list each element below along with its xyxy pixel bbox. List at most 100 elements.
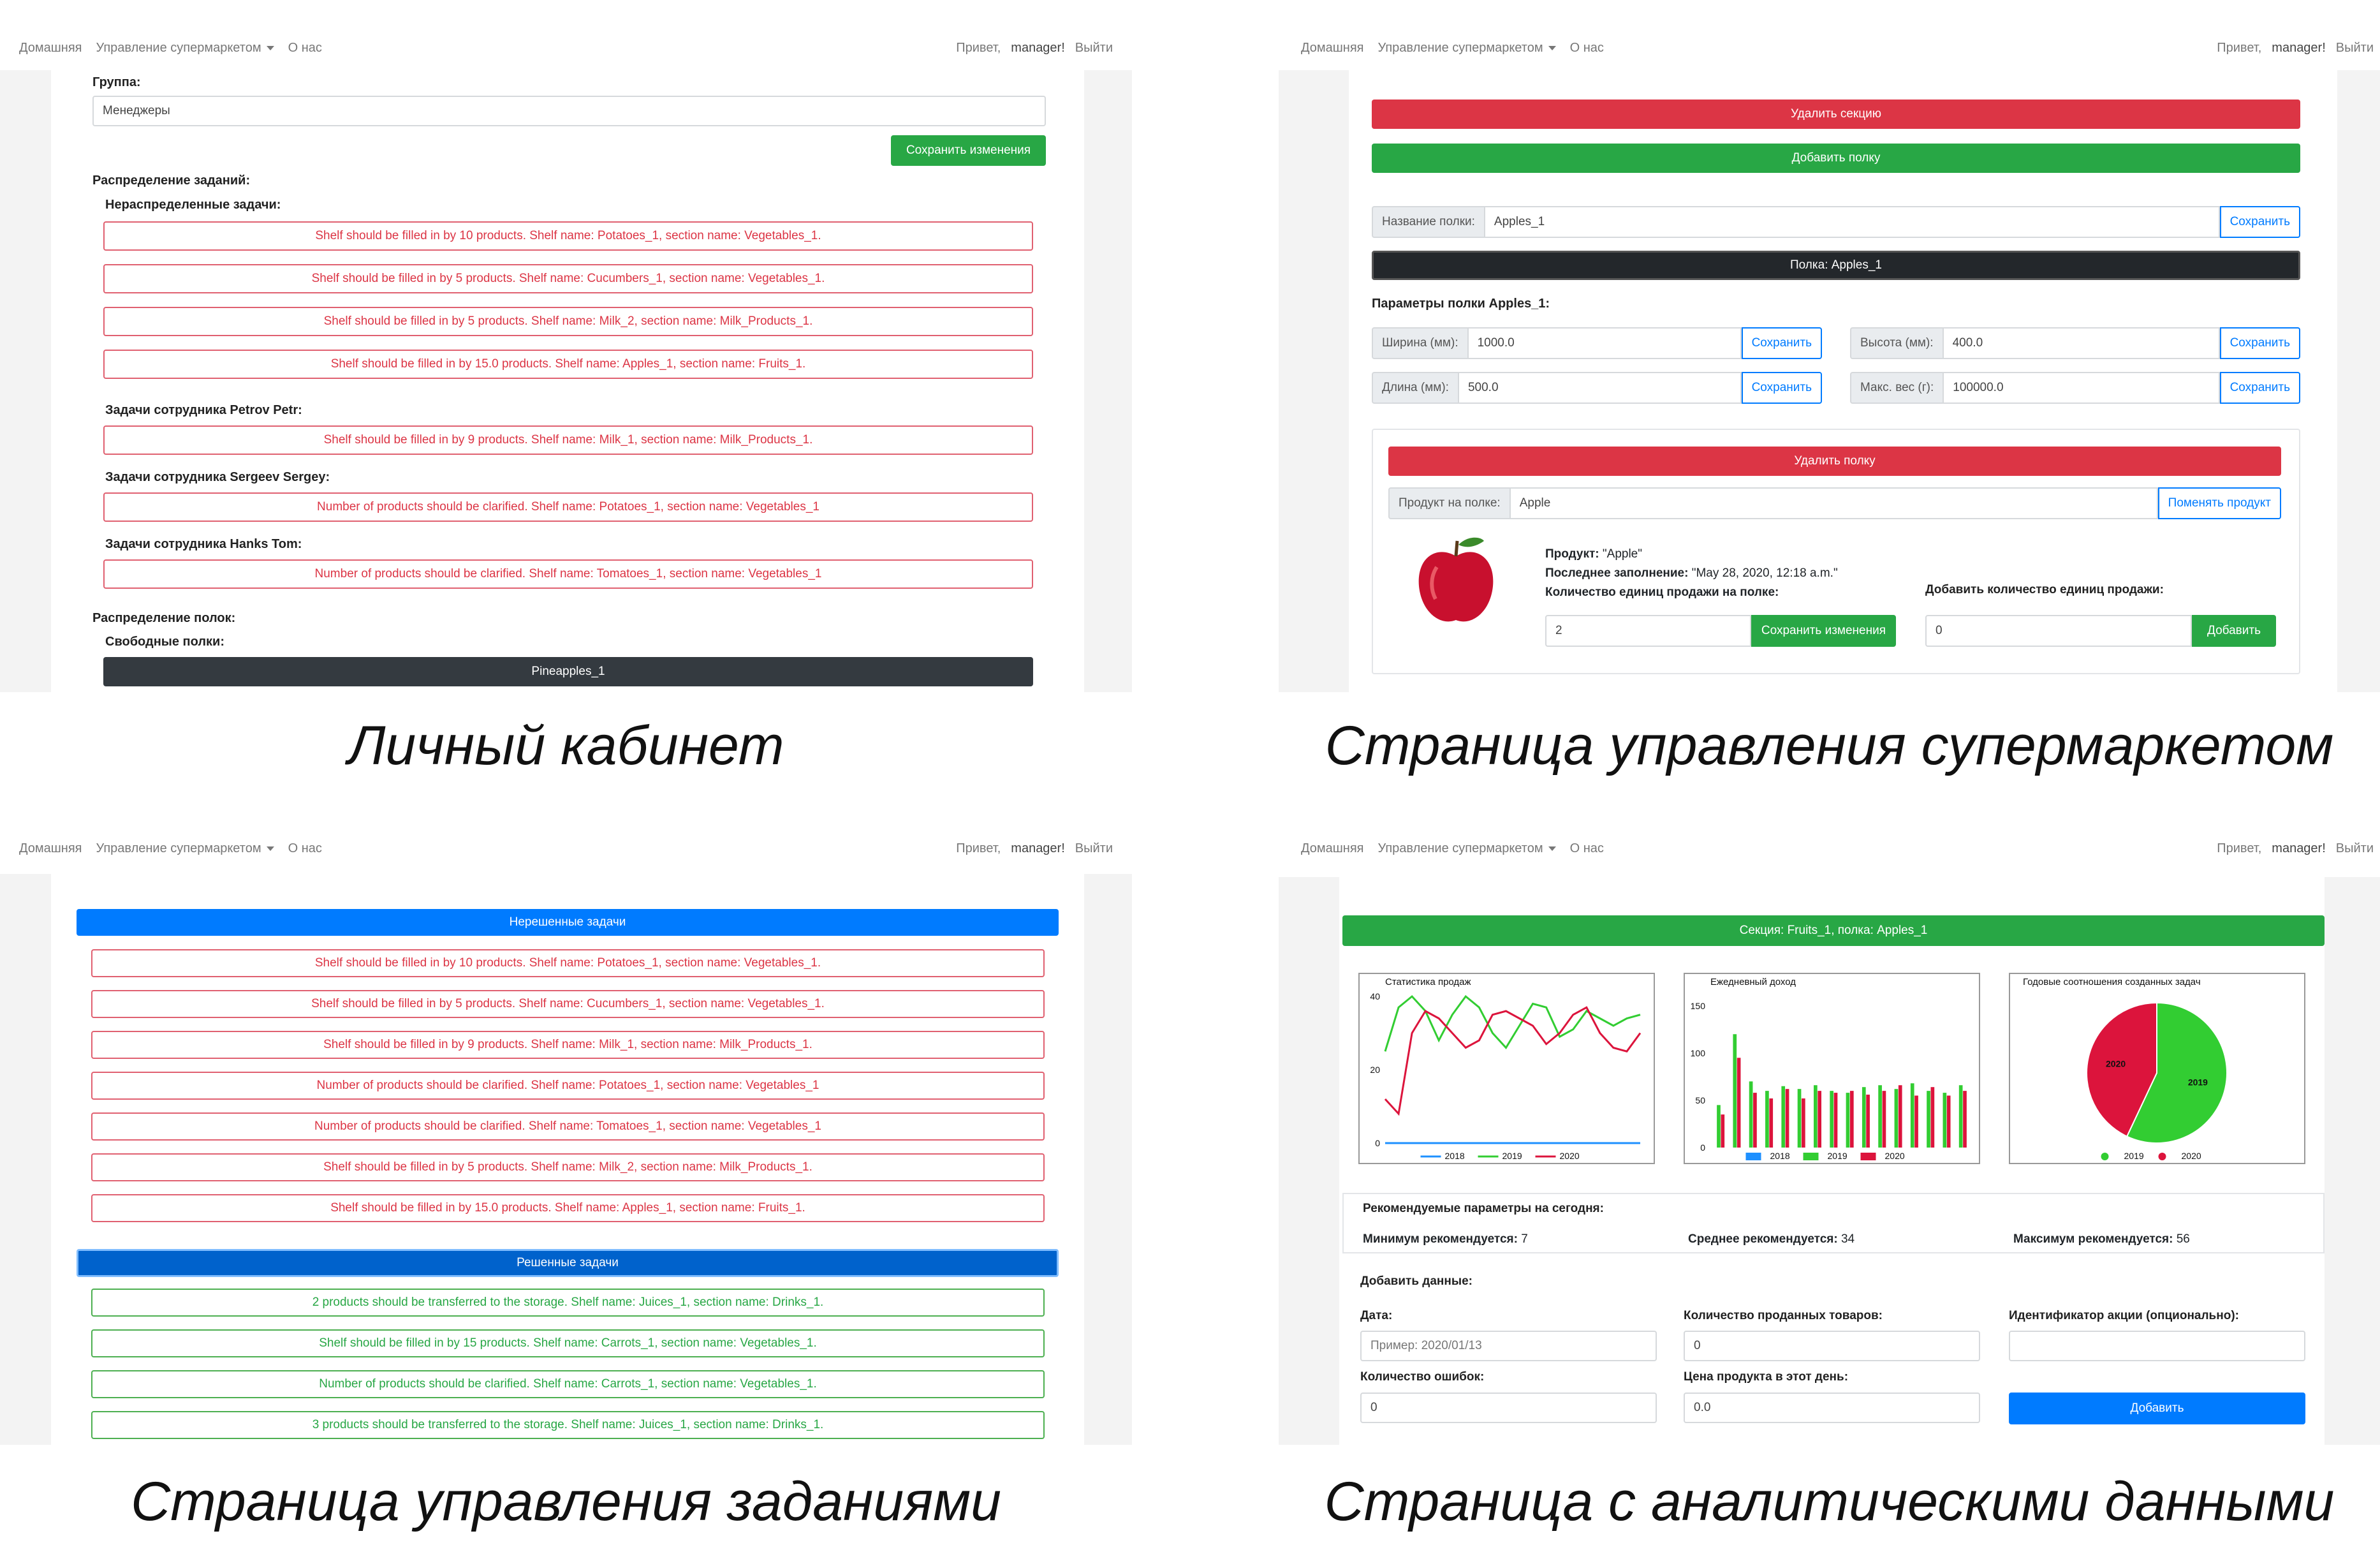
sold-input[interactable]: 0 — [1684, 1331, 1980, 1361]
nav-home[interactable]: Домашняя — [1301, 841, 1364, 856]
width-input[interactable]: 1000.0 — [1468, 327, 1742, 359]
height-input[interactable]: 400.0 — [1943, 327, 2220, 359]
product-input[interactable]: Apple — [1510, 487, 2158, 519]
solved-header-button[interactable]: Решенные задачи — [77, 1249, 1059, 1277]
nav-hello: Привет, — [2217, 841, 2262, 855]
bar-2019 — [1733, 1034, 1737, 1148]
unassigned-label: Нераспределенные задачи: — [105, 198, 281, 212]
nav-manage[interactable]: Управление супермаркетом — [96, 841, 274, 856]
unsolved-header-button[interactable]: Нерешенные задачи — [77, 909, 1059, 936]
delete-section-button[interactable]: Удалить секцию — [1372, 100, 2300, 129]
sales-chart: Статистика продаж 0 20 40 2018 2019 2020 — [1358, 973, 1655, 1164]
task-item[interactable]: Number of products should be clarified. … — [103, 559, 1033, 589]
task-item[interactable]: Shelf should be filled in by 15.0 produc… — [91, 1194, 1045, 1222]
length-input[interactable]: 500.0 — [1458, 372, 1742, 404]
task-item[interactable]: Shelf should be filled in by 9 products.… — [103, 425, 1033, 455]
nav-home[interactable]: Домашняя — [1301, 41, 1364, 55]
bar-2020 — [1930, 1087, 1935, 1148]
task-item[interactable]: Shelf should be filled in by 5 products.… — [91, 990, 1045, 1018]
bar-2019 — [1878, 1085, 1882, 1148]
save-length-button[interactable]: Сохранить — [1741, 372, 1822, 404]
task-item[interactable]: Shelf should be filled in by 15 products… — [91, 1329, 1045, 1357]
errors-input[interactable]: 0 — [1360, 1393, 1657, 1423]
qty-input[interactable]: 2 — [1545, 615, 1751, 647]
group-label: Группа: — [92, 75, 141, 89]
right-gutter — [2337, 70, 2380, 692]
task-item[interactable]: Number of products should be clarified. … — [91, 1370, 1045, 1398]
save-changes-button[interactable]: Сохранить изменения — [891, 135, 1046, 166]
add-shelf-button[interactable]: Добавить полку — [1372, 144, 2300, 173]
nav-about[interactable]: О нас — [1570, 841, 1604, 856]
right-gutter — [1084, 70, 1132, 692]
save-qty-button[interactable]: Сохранить изменения — [1751, 615, 1896, 647]
task-item[interactable]: Shelf should be filled in by 10 products… — [91, 949, 1045, 977]
save-shelf-name-button[interactable]: Сохранить — [2219, 206, 2300, 238]
employee3-label: Задачи сотрудника Hanks Tom: — [105, 537, 302, 551]
group-input[interactable]: Менеджеры — [92, 96, 1046, 126]
shelf-header-button[interactable]: Полка: Apples_1 — [1372, 251, 2300, 280]
supermarket-panel: Домашняя Управление супермаркетом О нас … — [1279, 26, 2380, 692]
add-qty-input[interactable]: 0 — [1925, 615, 2193, 647]
navbar: Домашняя Управление супермаркетом О нас … — [1279, 823, 2380, 874]
bar-2019 — [1943, 1093, 1947, 1148]
shelf-name-input[interactable]: Apples_1 — [1485, 206, 2220, 238]
section-header-button[interactable]: Секция: Fruits_1, полка: Apples_1 — [1342, 915, 2325, 946]
product-label: Продукт на полке: — [1388, 487, 1511, 519]
task-item[interactable]: 2 products should be transferred to the … — [91, 1289, 1045, 1317]
add-qty-button[interactable]: Добавить — [2192, 615, 2276, 647]
nav-about[interactable]: О нас — [288, 41, 322, 55]
date-input[interactable]: Пример: 2020/01/13 — [1360, 1331, 1657, 1361]
nav-user-area: Привет, manager! Выйти — [956, 41, 1113, 55]
legend-label: 2019 — [1502, 1151, 1522, 1161]
price-input[interactable]: 0.0 — [1684, 1393, 1980, 1423]
nav-manage[interactable]: Управление супермаркетом — [96, 41, 274, 55]
legend-label: 2018 — [1770, 1151, 1790, 1161]
height-label: Высота (мм): — [1850, 327, 1944, 359]
task-item[interactable]: Number of products should be clarified. … — [91, 1072, 1045, 1100]
nav-about[interactable]: О нас — [288, 841, 322, 856]
legend-swatch — [1745, 1153, 1761, 1160]
task-item[interactable]: Shelf should be filled in by 5 products.… — [91, 1153, 1045, 1181]
min-recommended: Минимум рекомендуется: 7 — [1363, 1232, 1528, 1246]
nav-logout[interactable]: Выйти — [2336, 841, 2374, 856]
task-item[interactable]: Shelf should be filled in by 15.0 produc… — [103, 350, 1033, 379]
nav-home[interactable]: Домашняя — [19, 41, 82, 55]
task-item[interactable]: Shelf should be filled in by 9 products.… — [91, 1031, 1045, 1059]
nav-manage-label: Управление супермаркетом — [96, 40, 261, 55]
bar-2020 — [1769, 1098, 1774, 1148]
nav-manage[interactable]: Управление супермаркетом — [1378, 841, 1556, 856]
change-product-button[interactable]: Поменять продукт — [2157, 487, 2281, 519]
task-item[interactable]: Shelf should be filled in by 10 products… — [103, 221, 1033, 251]
bar-2019 — [1927, 1091, 1930, 1148]
task-item[interactable]: Shelf should be filled in by 5 products.… — [103, 264, 1033, 293]
task-item[interactable]: Shelf should be filled in by 5 products.… — [103, 307, 1033, 336]
task-item[interactable]: 3 products should be transferred to the … — [91, 1411, 1045, 1439]
right-gutter — [2325, 877, 2380, 1445]
nav-home[interactable]: Домашняя — [19, 841, 82, 856]
task-item[interactable]: Number of products should be clarified. … — [91, 1112, 1045, 1141]
nav-logout[interactable]: Выйти — [1075, 841, 1113, 856]
maxweight-input[interactable]: 100000.0 — [1944, 372, 2220, 404]
save-maxweight-button[interactable]: Сохранить — [2219, 372, 2300, 404]
pie-slice-label: 2020 — [2106, 1059, 2126, 1069]
promo-input[interactable] — [2009, 1331, 2305, 1361]
task-item[interactable]: Number of products should be clarified. … — [103, 492, 1033, 522]
save-height-button[interactable]: Сохранить — [2219, 327, 2300, 359]
nav-manage[interactable]: Управление супермаркетом — [1378, 41, 1556, 55]
caption-supermarket: Страница управления супермаркетом — [1325, 715, 2334, 776]
right-gutter — [1084, 874, 1132, 1445]
nav-logout[interactable]: Выйти — [2336, 41, 2374, 55]
navbar: Домашняя Управление супермаркетом О нас … — [0, 823, 1132, 874]
nav-logout[interactable]: Выйти — [1075, 41, 1113, 55]
nav-about[interactable]: О нас — [1570, 41, 1604, 55]
save-width-button[interactable]: Сохранить — [1741, 327, 1822, 359]
chevron-down-icon — [1548, 846, 1556, 851]
nav-hello: Привет, — [956, 40, 1001, 55]
nav-user-area: Привет, manager! Выйти — [2217, 41, 2374, 55]
nav-manage-label: Управление супермаркетом — [96, 841, 261, 855]
delete-shelf-button[interactable]: Удалить полку — [1388, 447, 2281, 476]
nav-user-area: Привет, manager! Выйти — [2217, 841, 2374, 856]
free-shelf-button[interactable]: Pineapples_1 — [103, 657, 1033, 686]
add-data-button[interactable]: Добавить — [2009, 1393, 2305, 1424]
last-fill-value: "May 28, 2020, 12:18 a.m." — [1691, 566, 1838, 580]
